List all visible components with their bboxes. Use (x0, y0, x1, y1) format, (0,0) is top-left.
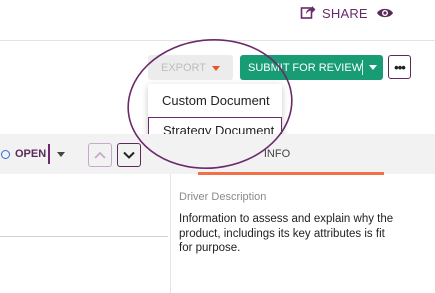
share-icon (300, 4, 316, 23)
eye-icon[interactable] (376, 5, 394, 21)
header-divider (0, 40, 435, 41)
split-divider (362, 60, 363, 75)
chevron-down-icon (368, 65, 377, 70)
submit-label: SUBMIT FOR REVIEW (248, 61, 363, 74)
panel-divider (170, 174, 171, 293)
export-button[interactable]: EXPORT (148, 55, 233, 80)
status-dropdown-icon[interactable] (57, 152, 65, 157)
submit-for-review-button[interactable]: SUBMIT FOR REVIEW (240, 55, 383, 80)
status-label: OPEN (15, 148, 47, 160)
share-button[interactable]: SHARE (300, 3, 368, 23)
status-circle-icon (1, 149, 10, 159)
submit-options-toggle[interactable] (363, 65, 383, 70)
tab-info-label: INFO (263, 148, 291, 160)
more-options-button[interactable]: ••• (388, 55, 411, 79)
chevron-up-icon (94, 151, 106, 159)
more-icon: ••• (394, 59, 406, 75)
driver-description-value: Information to assess and explain why th… (179, 213, 394, 254)
previous-record-button[interactable] (88, 143, 112, 167)
driver-description-label: Driver Description (179, 191, 267, 203)
chevron-down-icon (212, 65, 221, 71)
share-label: SHARE (322, 5, 368, 21)
menu-item-custom-document[interactable]: Custom Document (148, 87, 282, 113)
active-tab-indicator (198, 172, 384, 175)
left-panel-divider (0, 236, 168, 237)
chevron-down-icon (123, 151, 135, 159)
export-label: EXPORT (160, 61, 207, 74)
tab-info[interactable]: INFO (170, 134, 384, 174)
next-record-button[interactable] (117, 143, 141, 167)
status-split-divider (48, 144, 50, 164)
status-button[interactable]: OPEN (0, 146, 46, 162)
